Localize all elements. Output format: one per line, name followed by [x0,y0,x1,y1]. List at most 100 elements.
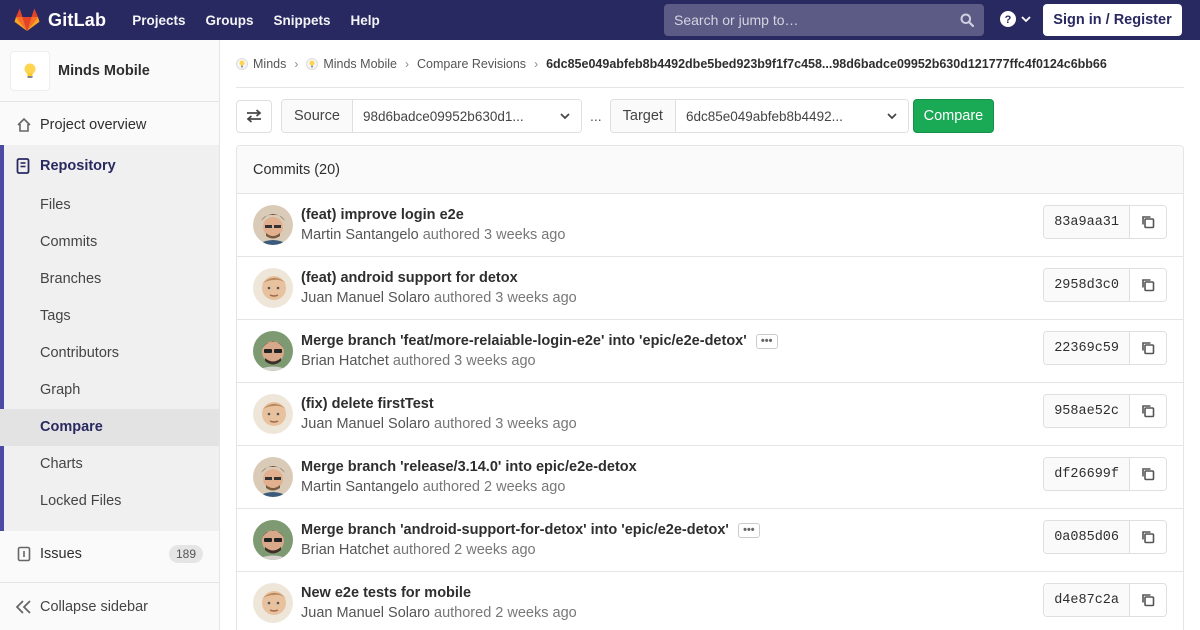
signin-button[interactable]: Sign in / Register [1043,4,1182,36]
commit-title[interactable]: Merge branch 'feat/more-relaiable-login-… [301,333,747,349]
swap-revisions-button[interactable] [236,99,272,133]
commit-row: Merge branch 'android-support-for-detox'… [237,509,1183,572]
commit-sha[interactable]: d4e87c2a [1044,584,1130,616]
source-dropdown[interactable]: 98d6badce09952b630d1... [352,100,581,132]
sidebar-item-tags[interactable]: Tags [4,298,219,335]
commit-sha[interactable]: 958ae52c [1044,395,1130,427]
search-box[interactable] [664,4,984,36]
sidebar-item-compare[interactable]: Compare [0,409,219,446]
copy-sha-button[interactable] [1130,332,1166,364]
breadcrumb-separator: › [404,56,409,71]
breadcrumb: Minds › Minds Mobile › Compare Revisions… [236,48,1184,88]
copy-sha-button[interactable] [1130,395,1166,427]
commit-author[interactable]: Martin Santangelo [301,479,419,495]
sidebar-item-overview[interactable]: Project overview [0,106,219,143]
target-dropdown[interactable]: 6dc85e049abfeb8b4492... [675,100,908,132]
commit-title[interactable]: (feat) android support for detox [301,270,518,286]
commit-title-line: Merge branch 'android-support-for-detox'… [301,522,760,538]
commit-meta: Juan Manuel Solaro authored 2 weeks ago [301,605,577,621]
commit-time: 2 weeks ago [495,605,577,621]
avatar[interactable] [253,331,293,371]
breadcrumb-item-minds[interactable]: Minds [236,57,286,71]
avatar[interactable] [253,583,293,623]
commit-author[interactable]: Juan Manuel Solaro [301,290,430,306]
commit-list: (feat) improve login e2e Martin Santange… [237,194,1183,630]
avatar[interactable] [253,205,293,245]
avatar[interactable] [253,457,293,497]
commit-sha[interactable]: 0a085d06 [1044,521,1130,553]
nav-groups[interactable]: Groups [205,13,253,28]
expand-description-button[interactable]: ••• [755,333,778,349]
commit-meta: Brian Hatchet authored 2 weeks ago [301,542,760,558]
repository-icon [16,158,30,174]
copy-sha-button[interactable] [1130,584,1166,616]
compare-button[interactable]: Compare [912,99,994,133]
sha-group: 2958d3c0 [1043,268,1167,302]
commit-time: 2 weeks ago [454,542,536,558]
sidebar-item-contributors[interactable]: Contributors [4,335,219,372]
breadcrumb-label: Minds Mobile [323,56,397,71]
sidebar-item-files[interactable]: Files [4,187,219,224]
commit-sha[interactable]: df26699f [1044,458,1130,490]
brand-name: GitLab [48,9,107,30]
commit-author[interactable]: Martin Santangelo [301,227,419,243]
collapse-sidebar-button[interactable]: Collapse sidebar [0,582,219,630]
search-input[interactable] [674,12,960,28]
avatar[interactable] [253,394,293,434]
sidebar-item-branches[interactable]: Branches [4,261,219,298]
sha-group: 22369c59 [1043,331,1167,365]
commit-text: Merge branch 'android-support-for-detox'… [301,522,760,558]
commit-sha[interactable]: 22369c59 [1044,332,1130,364]
collapse-label: Collapse sidebar [40,598,149,615]
copy-sha-button[interactable] [1130,458,1166,490]
commit-time: 2 weeks ago [484,479,566,495]
compare-toolbar: Source 98d6badce09952b630d1... ... Targe… [236,99,994,133]
commit-sha[interactable]: 83a9aa31 [1044,206,1130,238]
commit-title[interactable]: New e2e tests for mobile [301,585,471,601]
breadcrumb-item-minds-mobile[interactable]: Minds Mobile [306,57,397,71]
sidebar-project-header[interactable]: Minds Mobile [0,40,219,102]
home-icon [16,117,32,133]
chevron-down-icon [887,113,897,120]
nav-projects[interactable]: Projects [132,13,185,28]
nav-snippets[interactable]: Snippets [274,13,331,28]
sidebar-item-label: Project overview [40,116,147,133]
commit-sha[interactable]: 2958d3c0 [1044,269,1130,301]
commit-author[interactable]: Juan Manuel Solaro [301,416,430,432]
commit-author[interactable]: Brian Hatchet [301,542,389,558]
commit-title-line: (fix) delete firstTest [301,396,577,412]
authored-label: authored [392,353,455,369]
commit-title[interactable]: (feat) improve login e2e [301,207,464,223]
sidebar-item-graph[interactable]: Graph [4,372,219,409]
sidebar-item-repository[interactable]: Repository [4,145,219,187]
copy-sha-button[interactable] [1130,521,1166,553]
avatar[interactable] [253,268,293,308]
commit-meta: Brian Hatchet authored 3 weeks ago [301,353,778,369]
authored-label: authored [392,542,455,558]
sidebar-item-commits[interactable]: Commits [4,224,219,261]
commit-title-line: Merge branch 'feat/more-relaiable-login-… [301,333,778,349]
collapse-icon [16,599,31,614]
copy-icon [1142,405,1155,418]
breadcrumb-current[interactable]: 6dc85e049abfeb8b4492dbe5bed923b9f1f7c458… [546,57,1107,71]
gitlab-logo[interactable]: GitLab [14,0,106,40]
sidebar-item-charts[interactable]: Charts [4,446,219,483]
sidebar-item-issues[interactable]: Issues 189 [0,535,219,572]
avatar[interactable] [253,520,293,560]
copy-sha-button[interactable] [1130,269,1166,301]
breadcrumb-item-compare-revisions[interactable]: Compare Revisions [417,57,526,71]
commit-title[interactable]: Merge branch 'android-support-for-detox'… [301,522,729,538]
expand-description-button[interactable]: ••• [737,522,760,538]
sidebar-item-locked-files[interactable]: Locked Files [4,483,219,520]
commit-title-line: New e2e tests for mobile [301,585,577,601]
commit-time: 3 weeks ago [495,290,577,306]
help-dropdown[interactable]: ? [1000,11,1032,27]
nav-help[interactable]: Help [351,13,380,28]
commit-author[interactable]: Brian Hatchet [301,353,389,369]
copy-sha-button[interactable] [1130,206,1166,238]
commit-title[interactable]: (fix) delete firstTest [301,396,434,412]
commit-row: Merge branch 'release/3.14.0' into epic/… [237,446,1183,509]
commits-panel: Commits (20) (feat) improve login e2e Ma… [236,145,1184,630]
commit-author[interactable]: Juan Manuel Solaro [301,605,430,621]
commit-title[interactable]: Merge branch 'release/3.14.0' into epic/… [301,459,637,475]
